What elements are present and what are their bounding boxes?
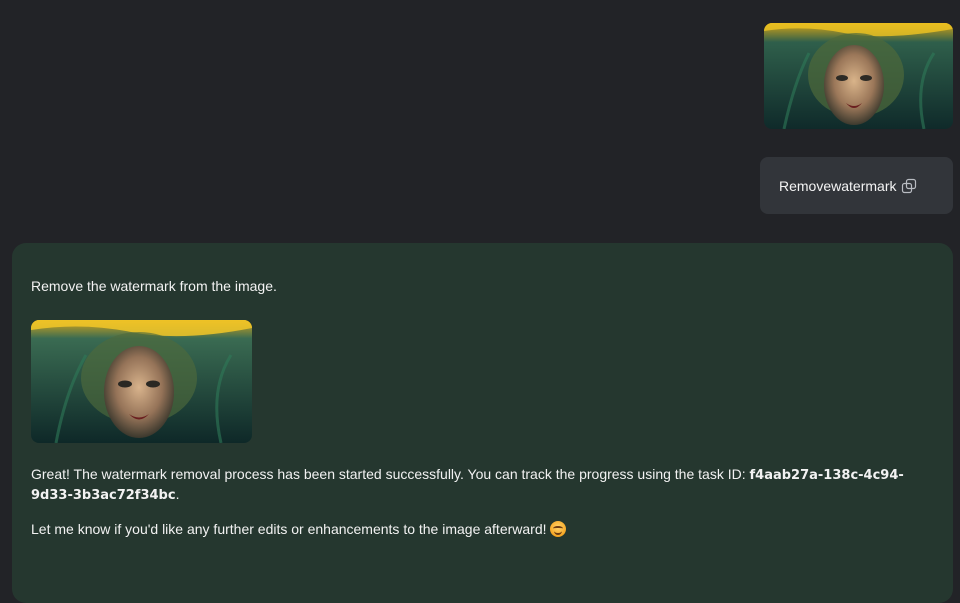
reply-line1-prefix: Great! The watermark removal process has… <box>31 466 750 482</box>
user-message-text: Removewatermark <box>779 177 897 194</box>
link-icon[interactable] <box>901 178 917 194</box>
reply-paragraph-2: Let me know if you'd like any further ed… <box>31 520 931 539</box>
assistant-reply: Great! The watermark removal process has… <box>31 465 931 539</box>
assistant-prompt-text: Remove the watermark from the image. <box>31 278 277 294</box>
reply-line1-suffix: . <box>175 486 180 502</box>
user-uploaded-image[interactable] <box>764 23 953 129</box>
smiling-face-emoji-icon <box>549 521 566 537</box>
user-message-bubble: Removewatermark <box>760 157 953 214</box>
result-image[interactable] <box>31 320 252 443</box>
reply-paragraph-1: Great! The watermark removal process has… <box>31 465 931 505</box>
assistant-message-panel: Remove the watermark from the image. Gre… <box>12 243 953 603</box>
reply-line2: Let me know if you'd like any further ed… <box>31 521 547 537</box>
